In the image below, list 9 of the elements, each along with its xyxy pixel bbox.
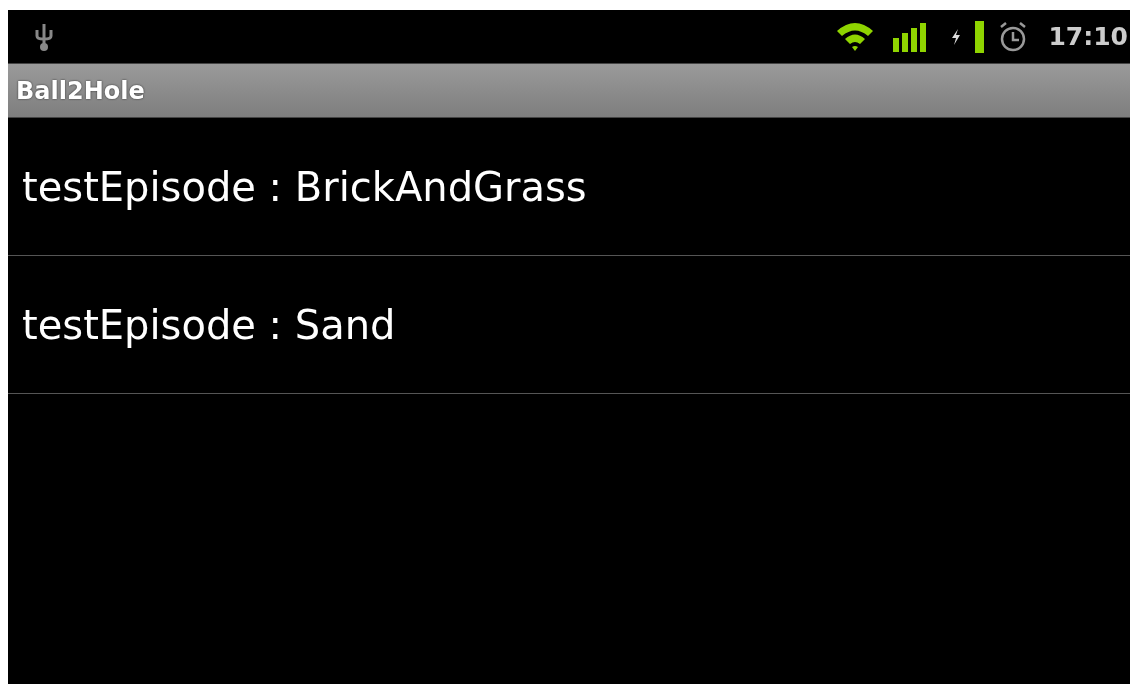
charging-icon — [951, 28, 962, 45]
signal-icon — [893, 21, 928, 52]
list-item[interactable]: testEpisode : Sand — [8, 256, 1130, 394]
clock-time: 17:10 — [1048, 20, 1128, 53]
usb-icon — [34, 21, 54, 52]
list-item[interactable]: testEpisode : BrickAndGrass — [8, 118, 1130, 256]
battery-icon — [975, 20, 985, 53]
wifi-icon — [835, 20, 876, 53]
app-title: Ball2Hole — [16, 75, 145, 107]
